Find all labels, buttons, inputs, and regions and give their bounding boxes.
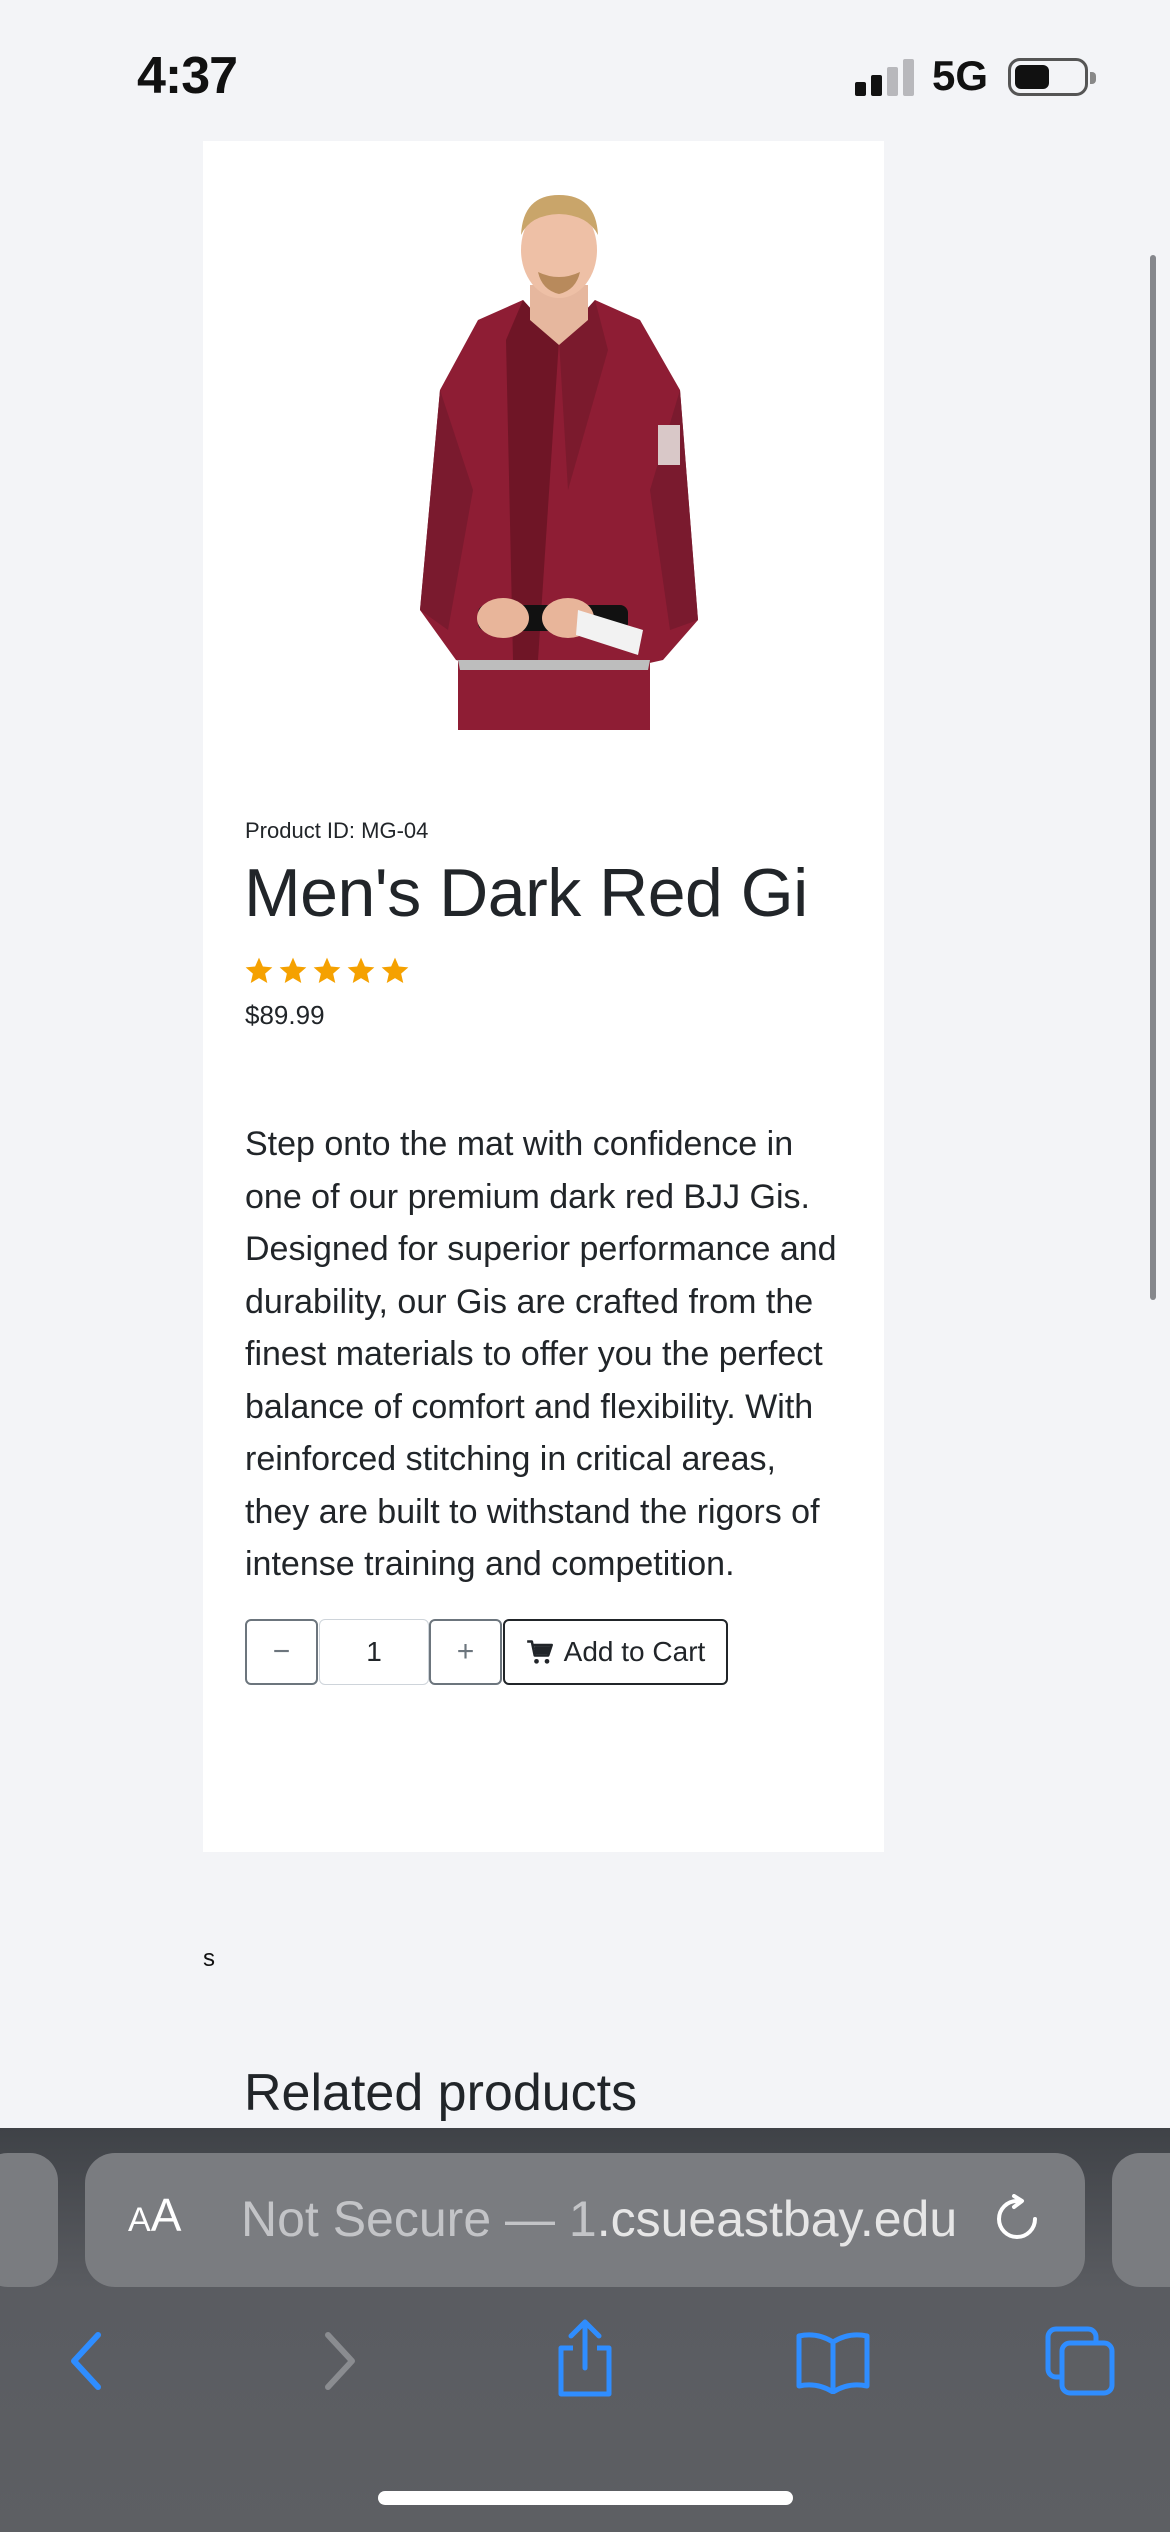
product-id: Product ID: MG-04 (245, 818, 429, 843)
quantity-input[interactable]: 1 (319, 1619, 429, 1685)
increment-button[interactable]: + (429, 1619, 502, 1685)
product-title: Men's Dark Red Gi (244, 855, 808, 931)
status-bar: 4:37 5G (0, 0, 1170, 150)
star-icon (313, 957, 341, 983)
bookmarks-icon[interactable] (795, 2330, 871, 2394)
cellular-signal-icon (855, 58, 915, 96)
star-icon (279, 957, 307, 983)
scroll-indicator[interactable] (1150, 255, 1156, 1300)
share-icon[interactable] (553, 2318, 617, 2398)
tabs-icon[interactable] (1044, 2325, 1116, 2397)
add-to-cart-button[interactable]: Add to Cart (503, 1619, 728, 1685)
network-type: 5G (932, 52, 989, 99)
url-text[interactable]: Not Secure — 1.csueastbay.edu (241, 2190, 957, 2248)
stray-text: s (203, 1945, 215, 1972)
star-icon (381, 957, 409, 983)
gi-product-photo (420, 195, 698, 730)
forward-icon[interactable] (320, 2330, 360, 2392)
reload-icon[interactable] (992, 2194, 1042, 2244)
reader-options-button[interactable]: AA (128, 2188, 181, 2242)
next-tab-preview[interactable] (1112, 2153, 1170, 2287)
back-icon[interactable] (66, 2330, 106, 2392)
star-rating (243, 955, 411, 987)
related-products-heading: Related products (244, 2064, 638, 2122)
product-description: Step onto the mat with confidence in one… (245, 1125, 837, 1583)
star-icon (245, 957, 273, 983)
previous-tab-preview[interactable] (0, 2153, 58, 2287)
add-to-cart-label: Add to Cart (563, 1636, 706, 1667)
decrement-button[interactable]: − (245, 1619, 318, 1685)
status-time: 4:37 (137, 47, 238, 105)
home-indicator[interactable] (378, 2491, 793, 2505)
cart-icon (526, 1640, 553, 1664)
battery-icon (1008, 58, 1096, 96)
star-icon (347, 957, 375, 983)
product-price: $89.99 (245, 1000, 325, 1030)
